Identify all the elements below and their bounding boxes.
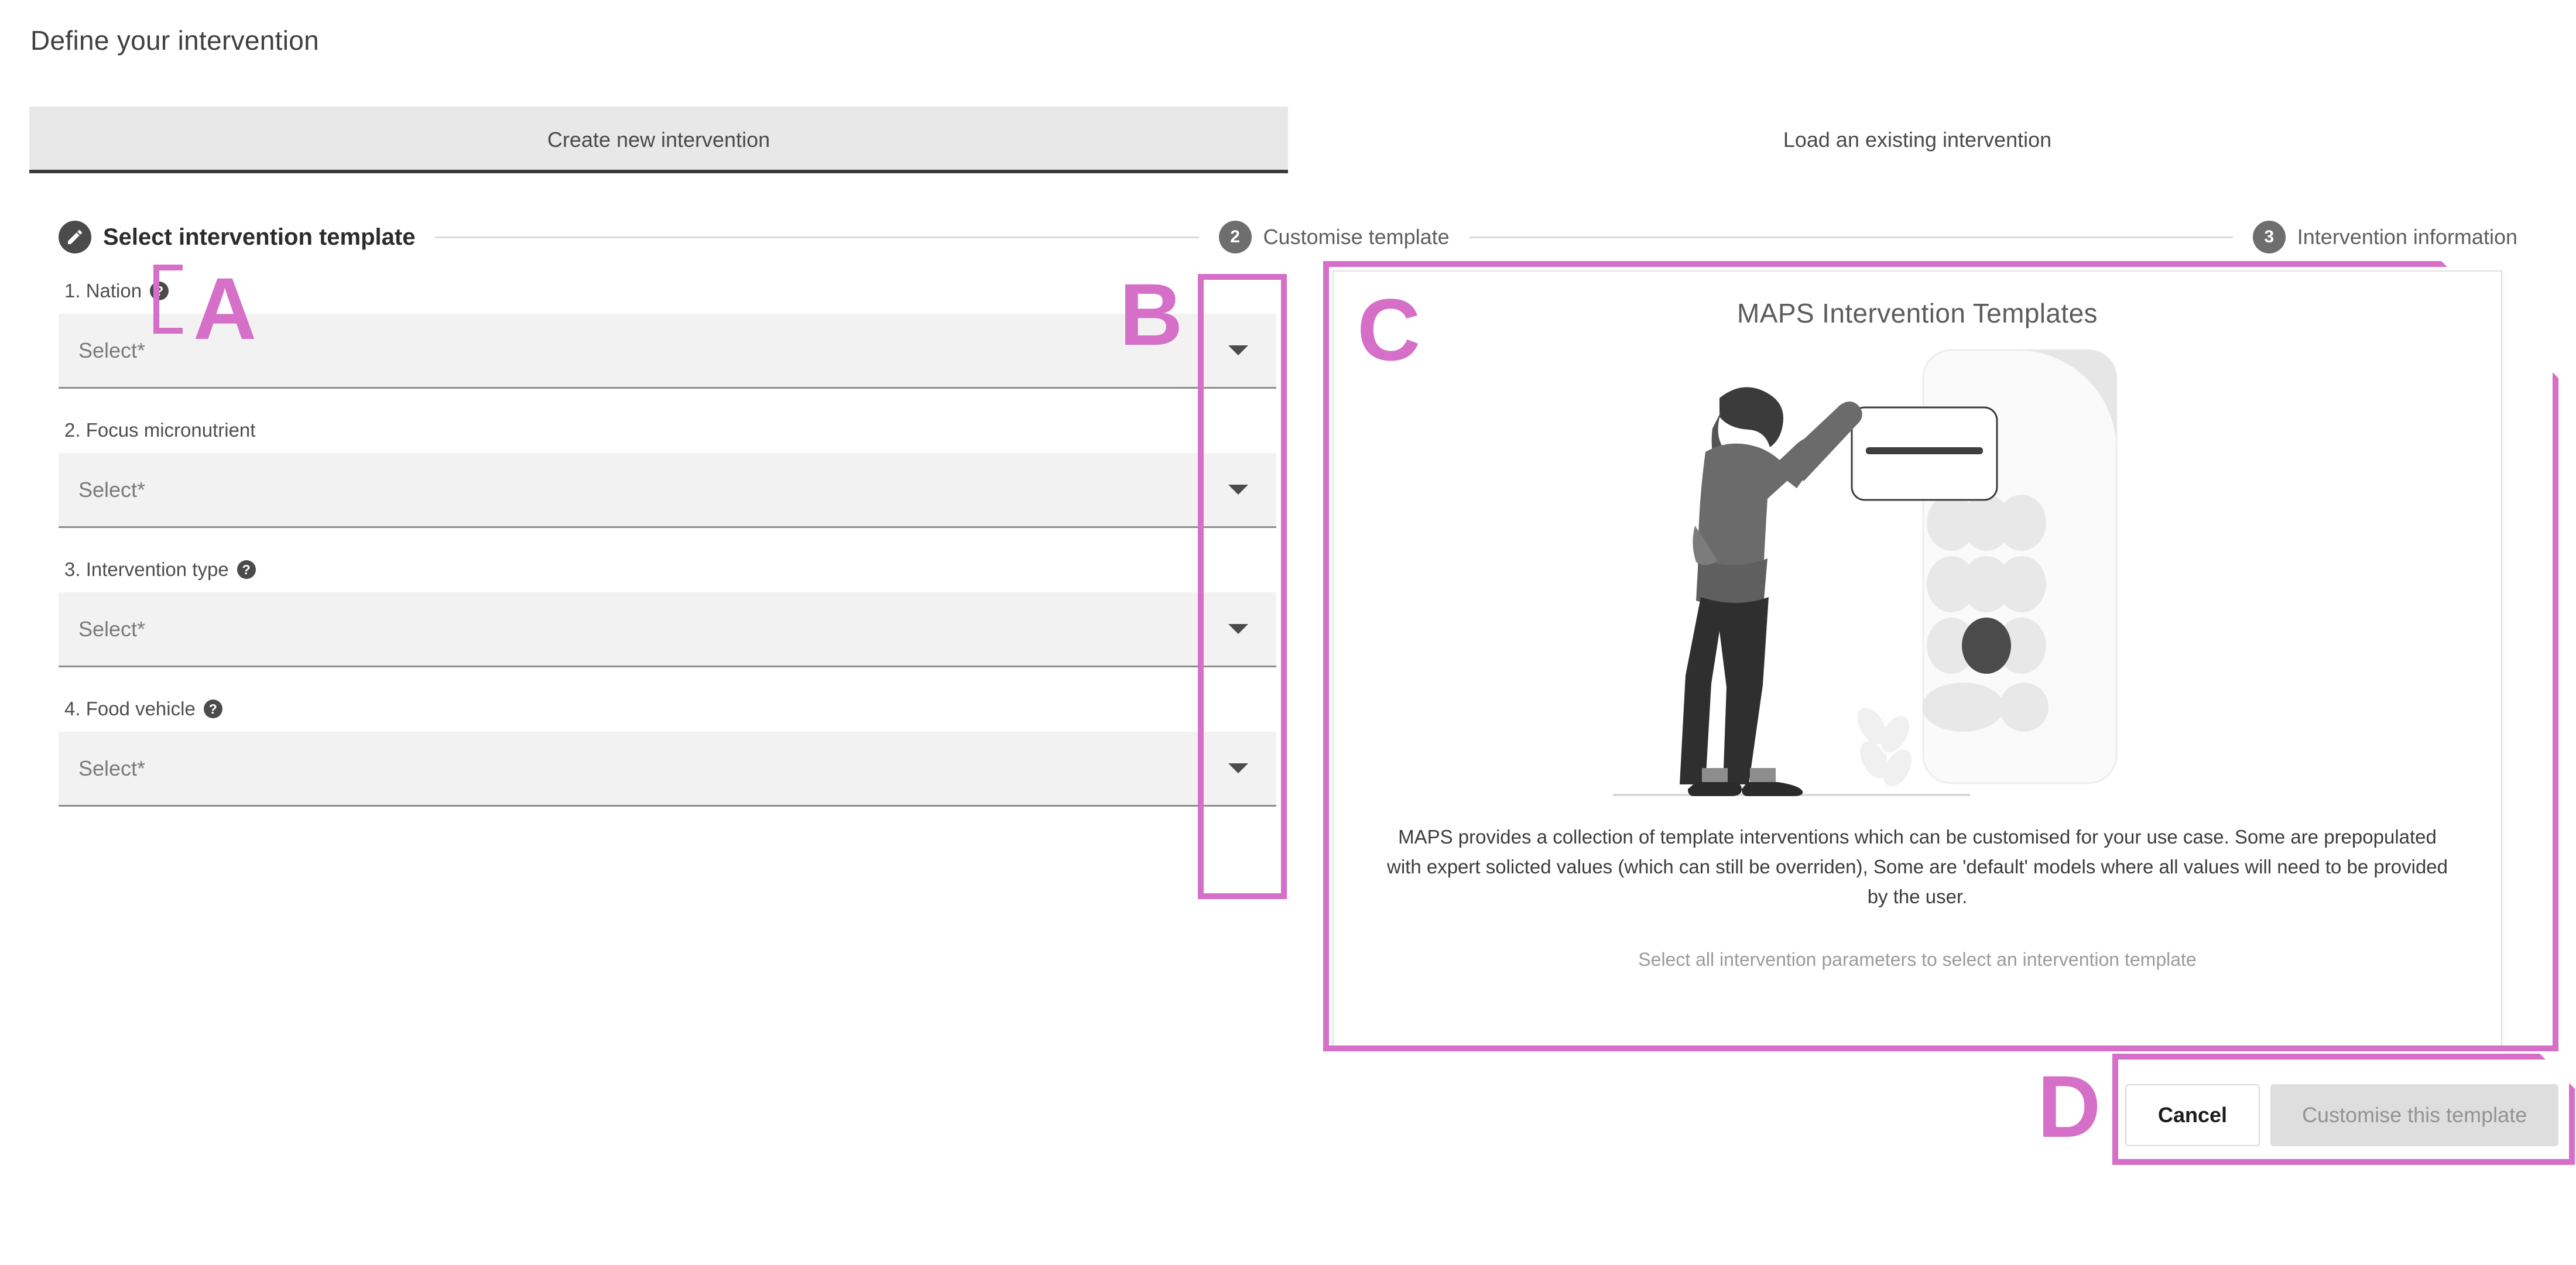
tab-label: Create new intervention: [547, 128, 770, 152]
tab-label: Load an existing intervention: [1783, 128, 2052, 152]
card-hint: Select all intervention parameters to se…: [1638, 949, 2197, 971]
chevron-down-icon[interactable]: [1228, 624, 1248, 634]
field-focus-micronutrient: 2. Focus micronutrient Select*: [59, 414, 1276, 528]
step-customise-template[interactable]: 2 Customise template: [1218, 221, 1450, 253]
step-number-badge: 3: [2252, 221, 2286, 253]
field-label-text: 4. Food vehicle: [64, 698, 196, 719]
field-nation: 1. Nation ? Select*: [59, 275, 1276, 389]
step-intervention-information[interactable]: 3 Intervention information: [2252, 221, 2517, 253]
field-food-vehicle: 4. Food vehicle ? Select*: [59, 693, 1276, 807]
field-label-focus-micronutrient: 2. Focus micronutrient: [59, 414, 1276, 446]
chevron-down-icon[interactable]: [1228, 485, 1248, 495]
nation-help-icon[interactable]: ?: [150, 282, 169, 300]
template-preview-card: MAPS Intervention Templates MAPS provide…: [1332, 270, 2502, 1049]
cancel-button[interactable]: Cancel: [2125, 1084, 2260, 1146]
chevron-down-icon[interactable]: [1228, 345, 1248, 355]
focus-micronutrient-select-value: Select*: [78, 477, 146, 502]
focus-micronutrient-select[interactable]: Select*: [59, 453, 1276, 528]
tab-load-existing-intervention[interactable]: Load an existing intervention: [1288, 107, 2547, 173]
field-label-text: 1. Nation: [64, 280, 142, 301]
field-label-text: 2. Focus micronutrient: [64, 419, 256, 441]
step-label: Intervention information: [2297, 225, 2517, 249]
field-label-food-vehicle: 4. Food vehicle ?: [59, 693, 1276, 725]
step-connector-2: [1469, 236, 2233, 238]
person-with-phone-keypad-illustration: [1613, 349, 2118, 796]
annotation-letter-d: D: [2037, 1057, 2101, 1156]
tab-strip: Create new intervention Load an existing…: [29, 107, 2547, 173]
intervention-type-select[interactable]: Select*: [59, 592, 1276, 667]
intervention-type-help-icon[interactable]: ?: [237, 560, 256, 579]
card-description: MAPS provides a collection of template i…: [1386, 826, 2448, 908]
intervention-type-select-value: Select*: [78, 616, 146, 641]
nation-select-value: Select*: [78, 338, 146, 362]
nation-select[interactable]: Select*: [59, 314, 1276, 389]
chevron-down-icon[interactable]: [1228, 763, 1248, 773]
step-label: Select intervention template: [103, 224, 416, 250]
field-label-nation: 1. Nation ?: [59, 275, 1276, 307]
page-title: Define your intervention: [30, 25, 320, 56]
pencil-edit-icon: [59, 221, 91, 253]
customise-this-template-button: Customise this template: [2270, 1084, 2559, 1146]
step-connector-1: [435, 236, 1199, 238]
intervention-parameters-form: 1. Nation ? Select* 2. Focus micronutrie…: [59, 275, 1276, 832]
tab-create-new-intervention[interactable]: Create new intervention: [29, 107, 1288, 173]
food-vehicle-select-value: Select*: [78, 756, 146, 780]
food-vehicle-select[interactable]: Select*: [59, 732, 1276, 807]
screen-root: Define your intervention Create new inte…: [0, 0, 2576, 1265]
step-select-intervention-template[interactable]: Select intervention template: [59, 221, 415, 253]
field-label-text: 3. Intervention type: [64, 558, 229, 580]
step-label: Customise template: [1263, 225, 1450, 249]
step-number-badge: 2: [1218, 221, 1252, 253]
field-intervention-type: 3. Intervention type ? Select*: [59, 554, 1276, 667]
form-action-buttons: Cancel Customise this template: [2125, 1084, 2559, 1146]
card-title: MAPS Intervention Templates: [1737, 298, 2098, 328]
field-label-intervention-type: 3. Intervention type ?: [59, 554, 1276, 585]
food-vehicle-help-icon[interactable]: ?: [203, 700, 222, 718]
wizard-stepper: Select intervention template 2 Customise…: [59, 211, 2517, 263]
